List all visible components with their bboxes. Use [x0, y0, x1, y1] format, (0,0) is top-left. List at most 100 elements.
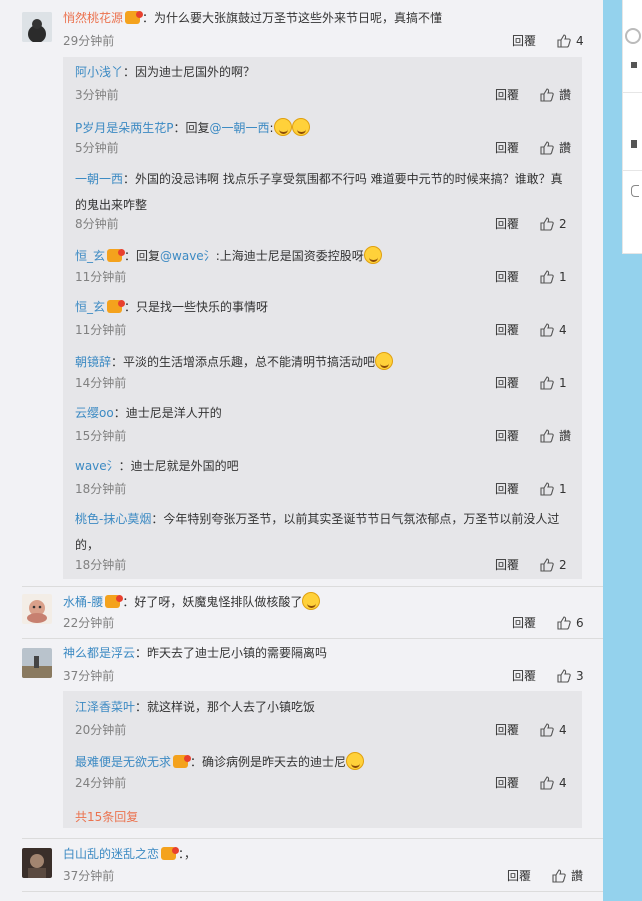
thumbs-up-icon — [557, 34, 571, 48]
avatar[interactable] — [22, 848, 52, 878]
reply-text: ：迪士尼是洋人开的 — [113, 406, 222, 420]
like-button[interactable]: 6 — [557, 616, 584, 630]
thumbs-up-icon — [557, 669, 571, 683]
laughing-face-emoji — [346, 752, 365, 770]
reply-author[interactable]: 一朝一西 — [75, 172, 123, 186]
like-button[interactable]: 讚 — [540, 141, 571, 155]
reply-text: ：因为迪士尼国外的啊？ — [123, 65, 256, 79]
like-button[interactable]: 4 — [540, 723, 567, 737]
reply-author[interactable]: 云缨oo — [75, 406, 114, 420]
laughing-face-emoji — [291, 118, 310, 136]
thumbs-up-icon — [540, 376, 554, 390]
laughing-face-emoji — [302, 592, 321, 610]
like-count: 4 — [559, 323, 567, 337]
reply-text: ：平淡的生活增添点乐趣，总不能清明节搞活动吧 — [111, 355, 376, 369]
reply-button[interactable]: 回覆 — [495, 217, 519, 231]
circle-icon[interactable] — [625, 28, 641, 44]
vip-badge-icon — [173, 755, 192, 768]
reply-button[interactable]: 回覆 — [495, 270, 519, 284]
reply-button[interactable]: 回覆 — [495, 323, 519, 337]
reply-button[interactable]: 回覆 — [507, 869, 531, 883]
reply-button[interactable]: 回覆 — [512, 616, 536, 630]
comment-time: 22分钟前 — [63, 616, 115, 630]
reply-text-tail: :上海迪士尼是国资委控股呀 — [215, 249, 364, 263]
reply-body: 阿小浅丫：因为迪士尼国外的啊？ — [75, 64, 255, 80]
like-count: 4 — [559, 723, 567, 737]
reply-author[interactable]: P岁月是朵两生花P — [75, 121, 173, 135]
vip-badge-icon — [161, 847, 180, 860]
reply-button[interactable]: 回覆 — [495, 482, 519, 496]
comment-body: 悄然桃花源 ：为什么要大张旗鼓过万圣节这些外来节日呢，真搞不懂 — [63, 10, 442, 26]
divider — [623, 92, 642, 93]
like-count: 讚 — [559, 141, 572, 155]
reply-author[interactable]: 恒_玄 — [75, 249, 105, 263]
reply-author[interactable]: 最难便是无欲无求 — [75, 755, 171, 769]
like-button[interactable]: 3 — [557, 669, 584, 683]
reply-button[interactable]: 回覆 — [512, 669, 536, 683]
like-button[interactable]: 讚 — [540, 88, 571, 102]
bullet-icon — [631, 62, 637, 68]
comment-author[interactable]: 神么都是浮云 — [63, 646, 135, 660]
reply-author[interactable]: 恒_玄 — [75, 300, 105, 314]
reply-text-tail: : — [269, 121, 274, 135]
reply-body: 恒_玄 ：只是找一些快乐的事情呀 — [75, 299, 268, 315]
like-button[interactable]: 4 — [540, 323, 567, 337]
reply-button[interactable]: 回覆 — [512, 34, 536, 48]
divider — [22, 586, 603, 587]
divider — [22, 838, 603, 839]
like-button[interactable]: 1 — [540, 376, 567, 390]
mention-link[interactable]: @wave氵 — [160, 249, 216, 263]
avatar[interactable] — [22, 12, 52, 42]
reply-button[interactable]: 回覆 — [495, 376, 519, 390]
reply-button[interactable]: 回覆 — [495, 429, 519, 443]
reply-time: 18分钟前 — [75, 558, 127, 572]
reply-text: ：回复 — [124, 249, 161, 263]
more-replies-link[interactable]: 共15条回复 — [75, 808, 138, 825]
avatar[interactable] — [22, 648, 52, 678]
comment-author[interactable]: 悄然桃花源 — [63, 11, 123, 25]
mention-link[interactable]: @一朝一西 — [210, 121, 270, 135]
comment-author[interactable]: 白山乱的迷乱之恋 — [63, 847, 159, 861]
like-button[interactable]: 2 — [540, 558, 567, 572]
comment-text: ：昨天去了迪士尼小镇的需要隔离吗 — [135, 646, 328, 660]
reply-author[interactable]: 江泽香菜叶 — [75, 700, 135, 714]
vip-badge-icon — [105, 595, 124, 608]
reply-text: ：确诊病例是昨天去的迪士尼 — [190, 755, 347, 769]
reply-button[interactable]: 回覆 — [495, 88, 519, 102]
like-button[interactable]: 1 — [540, 270, 567, 284]
like-button[interactable]: 讚 — [552, 869, 583, 883]
like-button[interactable]: 4 — [540, 776, 567, 790]
reply-text: ：迪士尼就是外国的吧 — [118, 459, 239, 473]
reply-author[interactable]: 桃色-抹心莫烟 — [75, 512, 151, 526]
comment-author[interactable]: 水桶-腰 — [63, 595, 103, 609]
reply-author[interactable]: wave氵 — [75, 459, 119, 473]
reply-time: 5分钟前 — [75, 141, 119, 155]
thumbs-up-icon — [540, 429, 554, 443]
reply-button[interactable]: 回覆 — [495, 776, 519, 790]
bracket-icon[interactable] — [631, 185, 639, 197]
reply-button[interactable]: 回覆 — [495, 723, 519, 737]
like-button[interactable]: 2 — [540, 217, 567, 231]
like-button[interactable]: 4 — [557, 34, 584, 48]
like-button[interactable]: 1 — [540, 482, 567, 496]
reply-button[interactable]: 回覆 — [495, 141, 519, 155]
like-count: 讚 — [571, 869, 584, 883]
avatar[interactable] — [22, 594, 52, 624]
reply-text: ：外国的没忌讳啊 找点乐子享受氛围都不行吗 难道要中元节的时候来搞？谁敢？真的鬼… — [75, 172, 563, 212]
like-count: 3 — [576, 669, 584, 683]
reply-author[interactable]: 阿小浅丫 — [75, 65, 123, 79]
reply-text: ：就这样说，那个人去了小镇吃饭 — [135, 700, 316, 714]
thumbs-up-icon — [540, 141, 554, 155]
comment-body: 白山乱的迷乱之恋 ：， — [63, 846, 196, 862]
divider — [22, 891, 603, 892]
thumbs-up-icon — [540, 270, 554, 284]
like-count: 4 — [576, 34, 584, 48]
reply-button[interactable]: 回覆 — [495, 558, 519, 572]
like-count: 4 — [559, 776, 567, 790]
like-button[interactable]: 讚 — [540, 429, 571, 443]
thumbs-up-icon — [540, 723, 554, 737]
reply-author[interactable]: 朝镜辞 — [75, 355, 111, 369]
laughing-face-emoji — [363, 246, 382, 264]
like-count: 1 — [559, 270, 567, 284]
like-count: 2 — [559, 558, 567, 572]
